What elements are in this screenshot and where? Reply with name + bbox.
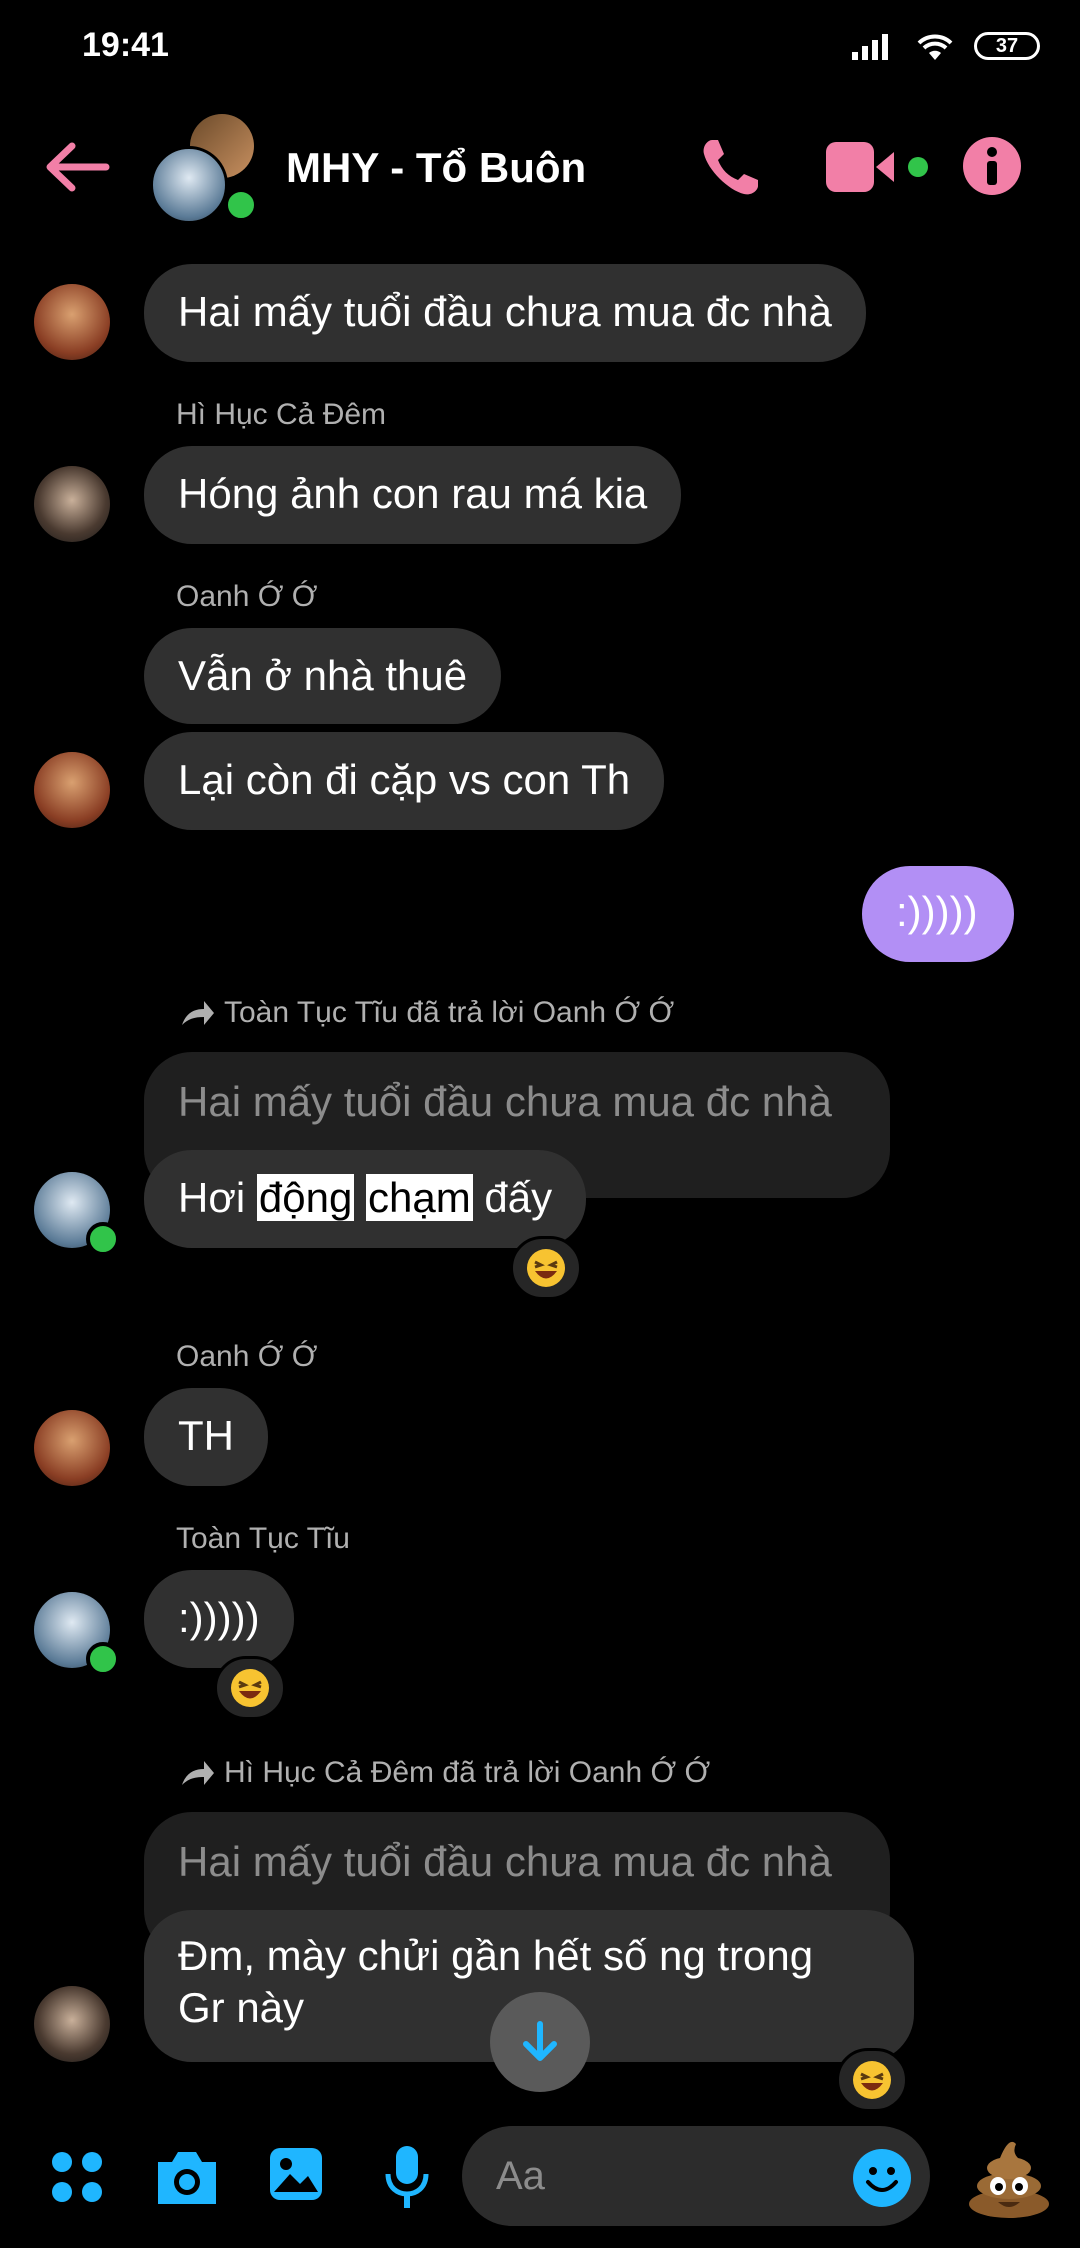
camera-icon[interactable]: [154, 2148, 220, 2206]
conversation-title[interactable]: MHY - Tổ Buôn: [286, 144, 586, 192]
reply-note-text: Toàn Tục Tĩu đã trả lời Oanh Ớ Ớ: [224, 996, 675, 1029]
arrow-left-icon[interactable]: [44, 140, 110, 194]
signal-icon: [852, 34, 888, 60]
battery-indicator: 37: [974, 32, 1040, 60]
own-message-bubble[interactable]: :))))): [862, 866, 1014, 962]
avatar-oanh[interactable]: [34, 752, 110, 828]
four-dots-icon[interactable]: [50, 2150, 104, 2204]
reply-note: Hì Hục Cả Đêm đã trả lời Oanh Ớ Ớ: [180, 1756, 710, 1790]
message-bubble[interactable]: Hóng ảnh con rau má kia: [144, 446, 682, 544]
laughing-emoji-icon: [231, 1669, 269, 1707]
message-bubble[interactable]: :))))): [144, 1570, 294, 1668]
message-bubble[interactable]: Vẫn ở nhà thuê: [144, 628, 502, 724]
reply-arrow-icon: [182, 1761, 214, 1785]
wifi-icon: [917, 34, 953, 60]
group-avatar[interactable]: [150, 114, 262, 224]
info-icon[interactable]: [962, 136, 1022, 196]
message-bubble[interactable]: Hơi động chạm đấy: [144, 1150, 587, 1248]
smiley-icon[interactable]: [852, 2148, 912, 2208]
reply-note-text: Hì Hục Cả Đêm đã trả lời Oanh Ớ Ớ: [224, 1756, 711, 1789]
online-indicator: [86, 1222, 120, 1256]
sender-name: Toàn Tục Tĩu: [176, 1522, 350, 1555]
laughing-emoji-icon: [527, 1249, 565, 1287]
sender-name: Oanh Ớ Ớ: [176, 580, 318, 613]
avatar-oanh[interactable]: [34, 1410, 110, 1486]
avatar-hi-huc[interactable]: [34, 466, 110, 542]
message-bubble[interactable]: Lại còn đi cặp vs con Th: [144, 732, 665, 830]
video-camera-icon: [826, 142, 894, 192]
message-word: Hơi: [178, 1174, 246, 1221]
laughing-emoji-icon: [853, 2061, 891, 2099]
message-reaction[interactable]: [510, 1236, 582, 1300]
message-word: đấy: [484, 1174, 553, 1221]
video-call-button[interactable]: [826, 142, 928, 192]
scroll-to-bottom-button[interactable]: [490, 1992, 590, 2092]
message-bubble[interactable]: TH: [144, 1388, 268, 1486]
message-reaction[interactable]: [214, 1656, 286, 1720]
sender-name: Oanh Ớ Ớ: [176, 1340, 318, 1373]
arrow-down-icon: [523, 2021, 557, 2061]
poop-emoji-icon[interactable]: [964, 2130, 1054, 2220]
avatar-primary: [150, 146, 228, 224]
reply-arrow-icon: [182, 1001, 214, 1025]
phone-icon[interactable]: [698, 136, 762, 200]
video-online-dot: [908, 157, 928, 177]
image-icon[interactable]: [268, 2146, 324, 2202]
reply-note: Toàn Tục Tĩu đã trả lời Oanh Ớ Ớ: [180, 996, 674, 1030]
online-indicator: [86, 1642, 120, 1676]
status-time: 19:41: [82, 26, 169, 64]
online-indicator: [224, 188, 258, 222]
microphone-icon[interactable]: [384, 2144, 430, 2210]
avatar-oanh[interactable]: [34, 284, 110, 360]
avatar-hi-huc[interactable]: [34, 1986, 110, 2062]
message-reaction[interactable]: [836, 2048, 908, 2112]
status-icons: 37: [852, 30, 1040, 62]
highlighted-word: động: [256, 1174, 355, 1221]
highlighted-word: chạm: [366, 1174, 473, 1221]
message-line: Đm, mày chửi gần hết số ng trong: [178, 1932, 814, 1979]
sender-name: Hì Hục Cả Đêm: [176, 398, 387, 431]
message-input-placeholder: Aa: [496, 2153, 545, 2198]
message-bubble[interactable]: Hai mấy tuổi đầu chưa mua đc nhà: [144, 264, 866, 362]
